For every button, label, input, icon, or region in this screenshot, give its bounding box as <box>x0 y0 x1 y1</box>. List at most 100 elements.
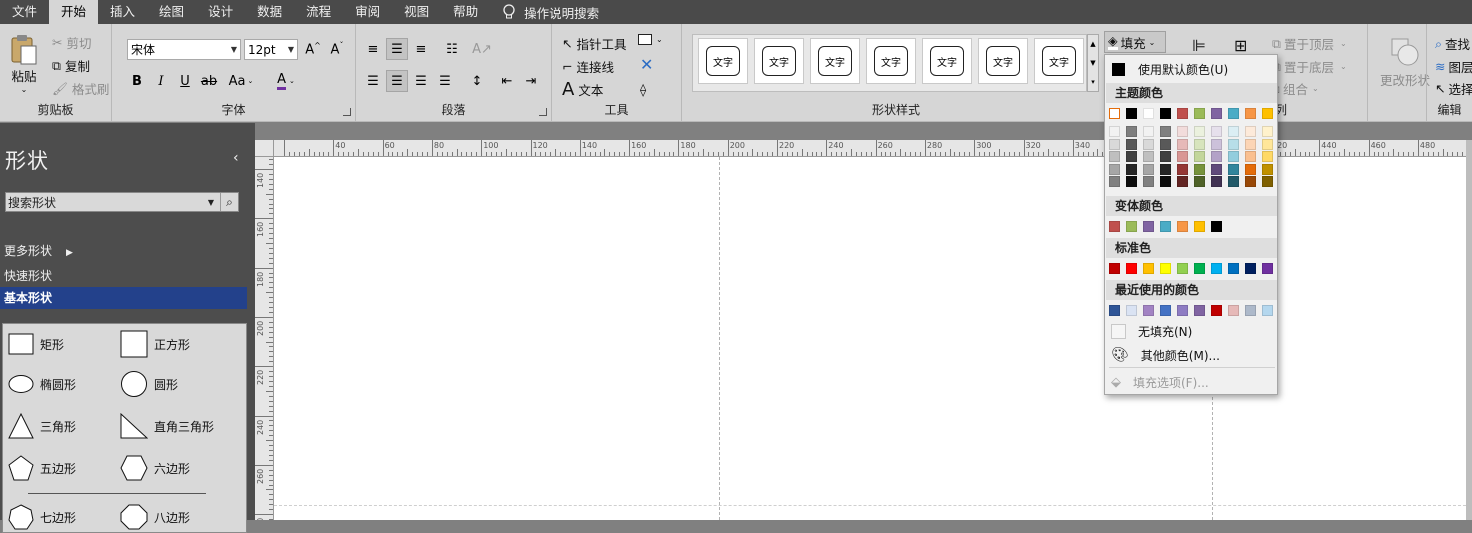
standard-color-swatch[interactable] <box>1262 263 1273 274</box>
theme-shade-swatch[interactable] <box>1245 138 1256 150</box>
copy-button[interactable]: ⧉ 复制 <box>52 56 90 75</box>
theme-shade-swatch[interactable] <box>1228 138 1239 150</box>
align-bottom-button[interactable]: ≡ <box>410 38 432 60</box>
strikethrough-button[interactable]: ab <box>198 70 220 92</box>
stencil-circle[interactable]: 圆形 <box>120 370 178 398</box>
theme-shade-swatch[interactable] <box>1211 138 1222 150</box>
font-name-select[interactable]: 宋体 ▼ <box>127 39 241 60</box>
rectangle-tool-button[interactable]: ⌄ <box>638 34 663 45</box>
underline-button[interactable]: U <box>174 70 196 92</box>
recent-color-swatch[interactable] <box>1160 305 1171 316</box>
theme-shade-swatch[interactable] <box>1245 163 1256 175</box>
shrink-font-button[interactable]: Aˇ <box>326 38 348 60</box>
pointer-tool-button[interactable]: ↖ 指针工具 <box>562 34 627 53</box>
standard-color-swatch[interactable] <box>1143 263 1154 274</box>
menu-home[interactable]: 开始 <box>49 0 99 24</box>
theme-color-swatch[interactable] <box>1160 108 1171 119</box>
theme-shade-swatch[interactable] <box>1109 151 1120 162</box>
theme-shade-swatch[interactable] <box>1160 138 1171 150</box>
theme-shade-swatch[interactable] <box>1126 138 1137 150</box>
menu-insert[interactable]: 插入 <box>98 0 147 24</box>
shape-style-6[interactable]: 文字 <box>978 38 1028 84</box>
stencil-square[interactable]: 正方形 <box>120 330 190 358</box>
search-icon[interactable]: ⌕ <box>220 193 238 211</box>
stencil-hexagon[interactable]: 六边形 <box>120 455 190 481</box>
cut-button[interactable]: ✂ 剪切 <box>52 33 92 52</box>
theme-shade-swatch[interactable] <box>1143 163 1154 175</box>
stencil-triangle[interactable]: 三角形 <box>8 413 76 439</box>
font-color-button[interactable]: A ⌄ <box>270 70 302 92</box>
standard-color-swatch[interactable] <box>1228 263 1239 274</box>
menu-data[interactable]: 数据 <box>245 0 294 24</box>
theme-shade-swatch[interactable] <box>1177 151 1188 162</box>
standard-color-swatch[interactable] <box>1245 263 1256 274</box>
change-shape-button[interactable]: 更改形状 <box>1380 38 1430 89</box>
connector-button[interactable]: ⌐ 连接线 <box>562 57 614 76</box>
change-case-button[interactable]: Aa ⌄ <box>224 70 258 92</box>
basic-shapes-item[interactable]: 基本形状 <box>0 287 247 309</box>
menu-view[interactable]: 视图 <box>392 0 441 24</box>
theme-shade-swatch[interactable] <box>1160 151 1171 162</box>
variant-color-swatch[interactable] <box>1126 221 1137 232</box>
theme-shade-swatch[interactable] <box>1126 176 1137 187</box>
align-right-button[interactable]: ☰ <box>410 70 432 92</box>
theme-color-swatch[interactable] <box>1262 108 1273 119</box>
bring-to-front-button[interactable]: ⧉ 置于顶层 ⌄ <box>1272 34 1347 53</box>
recent-color-swatch[interactable] <box>1126 305 1137 316</box>
theme-shade-swatch[interactable] <box>1177 126 1188 137</box>
theme-shade-swatch[interactable] <box>1109 176 1120 187</box>
paragraph-spacing-button[interactable]: ↕ <box>466 70 488 92</box>
collapse-pane-icon[interactable]: ‹ <box>233 150 239 166</box>
shape-style-1[interactable]: 文字 <box>698 38 748 84</box>
stencil-rectangle[interactable]: 矩形 <box>8 333 64 355</box>
shape-style-3[interactable]: 文字 <box>810 38 860 84</box>
theme-color-swatch[interactable] <box>1126 108 1137 119</box>
align-middle-button[interactable]: ☰ <box>386 38 408 60</box>
theme-shade-swatch[interactable] <box>1143 176 1154 187</box>
menu-draw[interactable]: 绘图 <box>147 0 196 24</box>
theme-shade-swatch[interactable] <box>1228 126 1239 137</box>
menu-design[interactable]: 设计 <box>196 0 245 24</box>
no-fill-item[interactable]: 无填充(N) <box>1105 320 1277 342</box>
align-shapes-button[interactable]: ⊫ <box>1192 36 1206 55</box>
theme-color-swatch[interactable] <box>1194 108 1205 119</box>
theme-shade-swatch[interactable] <box>1211 176 1222 187</box>
menu-file[interactable]: 文件 <box>0 0 49 24</box>
justify-button[interactable]: ☰ <box>434 70 456 92</box>
increase-indent-button[interactable]: ⇥ <box>520 70 542 92</box>
theme-shade-swatch[interactable] <box>1262 163 1273 175</box>
paste-button[interactable]: 粘贴 ⌄ <box>9 34 39 94</box>
recent-color-swatch[interactable] <box>1194 305 1205 316</box>
theme-shade-swatch[interactable] <box>1245 151 1256 162</box>
more-shapes-item[interactable]: 更多形状 ▶ <box>4 242 73 259</box>
paragraph-dialog-launcher[interactable] <box>539 108 547 116</box>
shape-style-5[interactable]: 文字 <box>922 38 972 84</box>
stencil-heptagon[interactable]: 七边形 <box>8 504 76 530</box>
stencil-right-triangle[interactable]: 直角三角形 <box>120 413 214 439</box>
shape-search-input[interactable]: 搜索形状 ▼ ⌕ <box>5 192 239 212</box>
text-direction-button[interactable]: A↗ <box>471 38 493 60</box>
search-dropdown-icon[interactable]: ▼ <box>208 198 214 207</box>
delete-connection-button[interactable]: ✕ <box>640 55 653 74</box>
theme-shade-swatch[interactable] <box>1177 138 1188 150</box>
send-to-back-button[interactable]: ⧉置于底层⌄ <box>1272 57 1347 76</box>
theme-shade-swatch[interactable] <box>1194 126 1205 137</box>
variant-color-swatch[interactable] <box>1211 221 1222 232</box>
theme-shade-swatch[interactable] <box>1228 163 1239 175</box>
standard-color-swatch[interactable] <box>1160 263 1171 274</box>
shape-style-7[interactable]: 文字 <box>1034 38 1084 84</box>
default-color-item[interactable]: 使用默认颜色(U) <box>1105 58 1277 80</box>
menu-process[interactable]: 流程 <box>294 0 343 24</box>
theme-shade-swatch[interactable] <box>1262 151 1273 162</box>
theme-shade-swatch[interactable] <box>1194 176 1205 187</box>
theme-shade-swatch[interactable] <box>1211 151 1222 162</box>
theme-shade-swatch[interactable] <box>1245 126 1256 137</box>
theme-color-swatch[interactable] <box>1177 108 1188 119</box>
position-button[interactable]: ⊞ <box>1234 36 1247 55</box>
theme-shade-swatch[interactable] <box>1262 138 1273 150</box>
theme-shade-swatch[interactable] <box>1194 163 1205 175</box>
theme-shade-swatch[interactable] <box>1143 138 1154 150</box>
fill-button[interactable]: ◈ 填充 ⌄ <box>1104 31 1166 53</box>
standard-color-swatch[interactable] <box>1194 263 1205 274</box>
align-center-button[interactable]: ☰ <box>386 70 408 92</box>
